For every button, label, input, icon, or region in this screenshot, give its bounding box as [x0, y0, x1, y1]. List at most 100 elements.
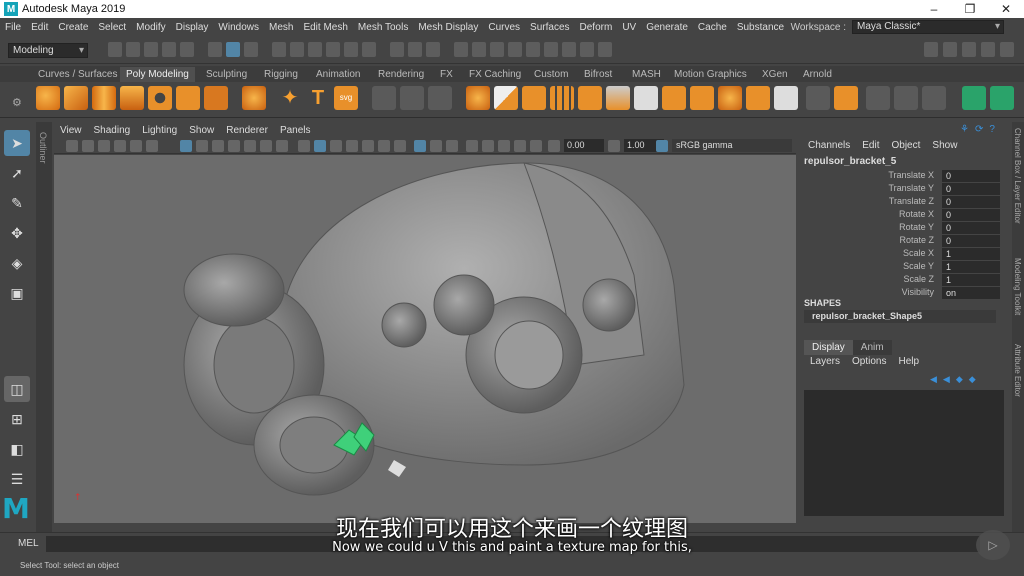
layer-menu-help[interactable]: Help [898, 356, 919, 367]
arnold-render-icon[interactable] [580, 42, 594, 57]
bookmark-icon[interactable] [98, 140, 110, 152]
shelf-tab-custom[interactable]: Custom [528, 67, 574, 82]
poly-cone-icon[interactable] [120, 86, 144, 110]
attr-rotate-z[interactable]: Rotate Z 0 [804, 235, 1000, 247]
view-transform-dropdown[interactable]: sRGB gamma [672, 139, 792, 152]
snap-view-icon[interactable] [326, 42, 340, 57]
menu-modify[interactable]: Modify [131, 22, 170, 33]
attr-value[interactable]: 0 [942, 235, 1000, 247]
menu-mesh[interactable]: Mesh [264, 22, 298, 33]
svg-tool-icon[interactable]: svg [334, 86, 358, 110]
menu-cache[interactable]: Cache [693, 22, 732, 33]
render-setup-icon[interactable] [544, 42, 558, 57]
menu-edit[interactable]: Edit [26, 22, 53, 33]
select-object-icon[interactable] [226, 42, 240, 57]
ambient-occlusion-icon[interactable] [466, 140, 478, 152]
snap-surface-icon[interactable] [344, 42, 358, 57]
cb-menu-edit[interactable]: Edit [862, 140, 879, 151]
shelf-tab-sculpting[interactable]: Sculpting [200, 67, 253, 82]
menu-display[interactable]: Display [171, 22, 214, 33]
field-chart-icon[interactable] [244, 140, 256, 152]
shelf-tab-poly-modeling[interactable]: Poly Modeling [120, 67, 195, 82]
shelf-tab-curves-surfaces[interactable]: Curves / Surfaces [32, 67, 123, 82]
shelf-tab-fx[interactable]: FX [434, 67, 459, 82]
attr-translate-y[interactable]: Translate Y 0 [804, 183, 1000, 195]
tab-display[interactable]: Display [804, 340, 853, 355]
single-pane-layout-icon[interactable]: ◫ [4, 376, 30, 402]
depth-of-field-icon[interactable] [514, 140, 526, 152]
fill-hole-icon[interactable] [718, 86, 742, 110]
select-similar-icon[interactable] [400, 86, 424, 110]
snap-point-icon[interactable] [308, 42, 322, 57]
platonic-solid-icon[interactable] [242, 86, 266, 110]
bevel-icon[interactable] [662, 86, 686, 110]
xray-components-icon[interactable] [446, 140, 458, 152]
bridge-icon[interactable] [634, 86, 658, 110]
attr-translate-z[interactable]: Translate Z 0 [804, 196, 1000, 208]
layer-up-icon[interactable]: ◀ [930, 374, 937, 385]
workspace-dropdown[interactable]: Maya Classic* [852, 20, 1004, 34]
layer-down-icon[interactable]: ◀ [943, 374, 950, 385]
viewport-menu-panels[interactable]: Panels [274, 125, 317, 136]
refresh-icon[interactable]: ⟳ [975, 124, 983, 135]
camera-select-icon[interactable] [66, 140, 78, 152]
four-pane-layout-icon[interactable]: ⊞ [4, 406, 30, 432]
target-weld-icon[interactable] [834, 86, 858, 110]
input-output-icon[interactable] [408, 42, 422, 57]
menu-file[interactable]: File [0, 22, 26, 33]
snap-curve-icon[interactable] [290, 42, 304, 57]
color-management-icon[interactable] [656, 140, 668, 152]
shadows-icon[interactable] [394, 140, 406, 152]
render-settings-icon[interactable] [508, 42, 522, 57]
undo-icon[interactable] [162, 42, 176, 57]
uv-unfold-icon[interactable] [990, 86, 1014, 110]
attr-value[interactable]: 1 [942, 261, 1000, 273]
attr-value[interactable]: 0 [942, 183, 1000, 195]
safe-action-icon[interactable] [260, 140, 272, 152]
connect-icon[interactable] [894, 86, 918, 110]
menu-windows[interactable]: Windows [213, 22, 264, 33]
pause-icon[interactable] [598, 42, 612, 57]
minimize-button[interactable]: – [916, 0, 952, 18]
attr-translate-x[interactable]: Translate X 0 [804, 170, 1000, 182]
type-tool-icon[interactable]: T [306, 86, 330, 110]
shelf-tab-xgen[interactable]: XGen [756, 67, 794, 82]
viewport-menu-view[interactable]: View [54, 125, 88, 136]
cb-menu-show[interactable]: Show [932, 140, 957, 151]
exposure-icon[interactable] [548, 140, 560, 152]
viewport-menu-shading[interactable]: Shading [88, 125, 137, 136]
use-all-lights-icon[interactable] [378, 140, 390, 152]
menu-surfaces[interactable]: Surfaces [525, 22, 574, 33]
snap-grid-icon[interactable] [272, 42, 286, 57]
new-layer-selected-icon[interactable]: ◆ [969, 374, 976, 385]
attr-value[interactable]: 1 [942, 248, 1000, 260]
attr-rotate-x[interactable]: Rotate X 0 [804, 209, 1000, 221]
anti-aliasing-icon[interactable] [498, 140, 510, 152]
merge-icon[interactable] [746, 86, 770, 110]
xray-icon[interactable] [414, 140, 426, 152]
exposure-field[interactable]: 0.00 [564, 139, 604, 152]
rotate-tool-icon[interactable]: ◈ [4, 250, 30, 276]
cb-menu-channels[interactable]: Channels [808, 140, 850, 151]
construction-icon[interactable] [426, 42, 440, 57]
menu-select[interactable]: Select [93, 22, 131, 33]
attribute-editor-toggle-icon[interactable] [962, 42, 976, 57]
history-icon[interactable] [390, 42, 404, 57]
maximize-button[interactable]: ❐ [952, 0, 988, 18]
menu-deform[interactable]: Deform [575, 22, 618, 33]
mirror-icon[interactable] [578, 86, 602, 110]
shelf-tab-motion-graphics[interactable]: Motion Graphics [668, 67, 753, 82]
attr-value[interactable]: 0 [942, 209, 1000, 221]
uv-editor-icon[interactable] [962, 86, 986, 110]
video-play-icon[interactable]: ▷ [976, 530, 1010, 560]
sculpt-icon[interactable] [372, 86, 396, 110]
attr-rotate-y[interactable]: Rotate Y 0 [804, 222, 1000, 234]
attr-value[interactable]: 0 [942, 196, 1000, 208]
side-tab-channel-box[interactable]: Channel Box / Layer Editor [1013, 128, 1022, 224]
shelf-tab-fx-caching[interactable]: FX Caching [463, 67, 527, 82]
xray-joints-icon[interactable] [430, 140, 442, 152]
smooth-icon[interactable] [522, 86, 546, 110]
poly-sphere-icon[interactable] [36, 86, 60, 110]
combine-icon[interactable] [466, 86, 490, 110]
viewport-menu-lighting[interactable]: Lighting [136, 125, 183, 136]
